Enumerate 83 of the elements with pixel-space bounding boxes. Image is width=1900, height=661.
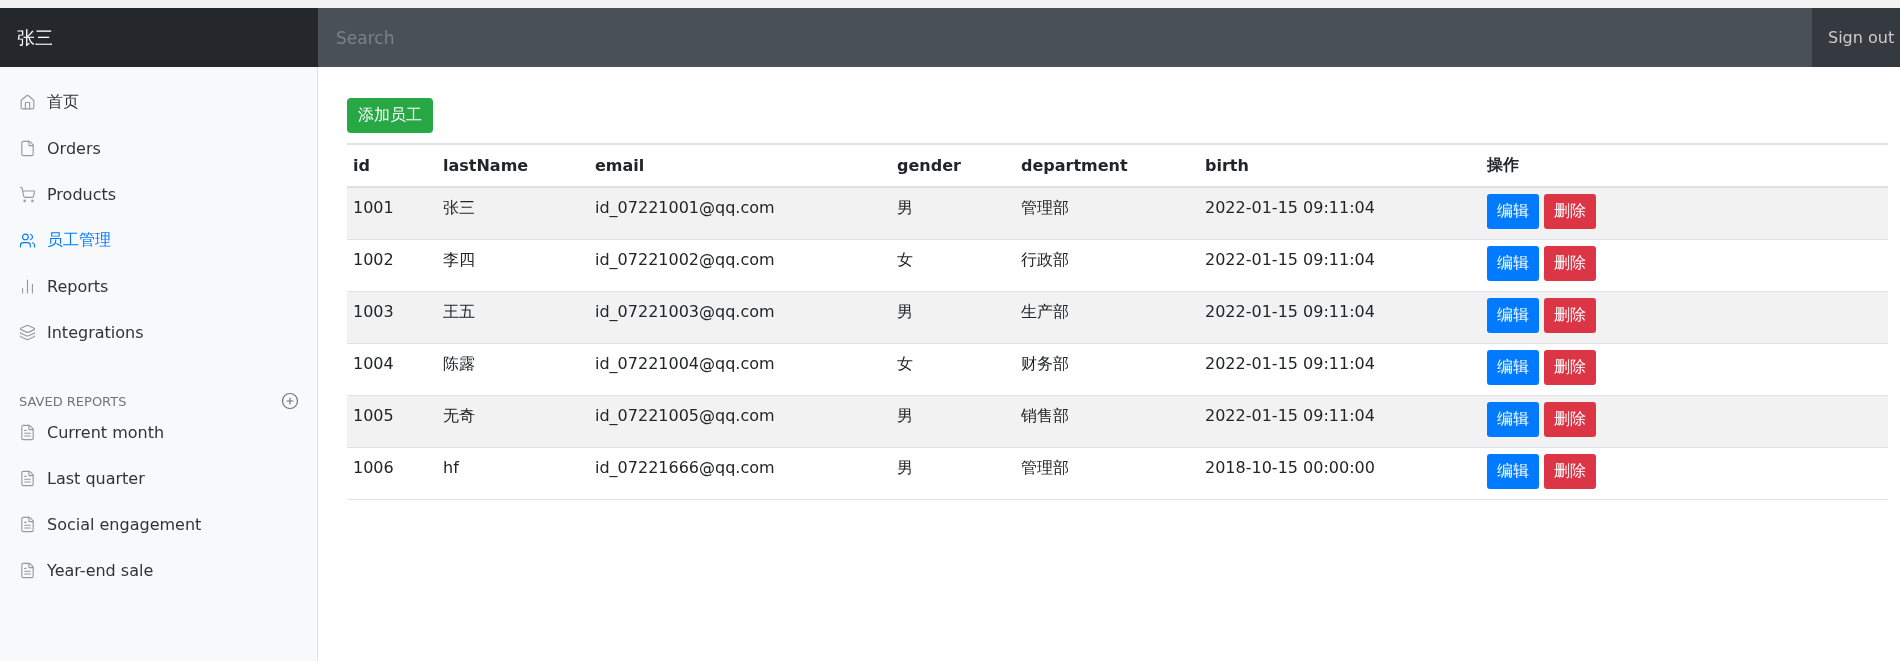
sidebar-item[interactable]: Products [0, 171, 317, 217]
table-cell: 生产部 [1015, 291, 1199, 343]
saved-report-item[interactable]: Current month [0, 409, 317, 455]
table-cell: 2018-10-15 00:00:00 [1199, 447, 1481, 499]
saved-report-item[interactable]: Social engagement [0, 501, 317, 547]
sidebar-item[interactable]: Orders [0, 125, 317, 171]
delete-button[interactable]: 删除 [1544, 194, 1596, 229]
saved-report-label: Last quarter [47, 468, 145, 488]
table-cell: 2022-01-15 09:11:04 [1199, 291, 1481, 343]
table-cell: 管理部 [1015, 447, 1199, 499]
sidebar-label: Products [47, 184, 117, 204]
table-cell: id_07221004@qq.com [589, 343, 891, 395]
layers-icon [19, 323, 36, 341]
table-cell: id_07221002@qq.com [589, 239, 891, 291]
column-header: 操作 [1481, 144, 1888, 187]
table-cell: 行政部 [1015, 239, 1199, 291]
sidebar-item[interactable]: Reports [0, 263, 317, 309]
users-icon [19, 231, 36, 249]
saved-report-label: Social engagement [47, 514, 202, 534]
delete-button[interactable]: 删除 [1544, 297, 1596, 333]
saved-report-label: Year-end sale [47, 560, 154, 580]
edit-button[interactable]: 编辑 [1487, 401, 1539, 437]
edit-button[interactable]: 编辑 [1487, 194, 1539, 229]
table-cell: 2022-01-15 09:11:04 [1199, 343, 1481, 395]
table-cell: 男 [891, 395, 1015, 447]
file-icon [19, 139, 36, 157]
saved-report-item[interactable]: Year-end sale [0, 547, 317, 593]
table-cell: 财务部 [1015, 343, 1199, 395]
sidebar-label: Integrations [47, 322, 144, 342]
delete-button[interactable]: 删除 [1544, 245, 1596, 281]
saved-report-item[interactable]: Last quarter [0, 455, 317, 501]
delete-button[interactable]: 删除 [1544, 453, 1596, 489]
table-cell: 男 [891, 447, 1015, 499]
table-cell: 管理部 [1015, 187, 1199, 239]
sidebar-label: Orders [47, 138, 101, 158]
table-cell: 1005 [347, 395, 437, 447]
sidebar-label: Reports [47, 276, 109, 296]
document-icon [19, 469, 36, 487]
table-cell: id_07221001@qq.com [589, 187, 891, 239]
cart-icon [19, 185, 36, 203]
table-cell: 陈露 [437, 343, 589, 395]
document-icon [19, 423, 36, 441]
table-cell: 2022-01-15 09:11:04 [1199, 395, 1481, 447]
table-cell: 1002 [347, 239, 437, 291]
table-cell: id_07221666@qq.com [589, 447, 891, 499]
table-cell: 1006 [347, 447, 437, 499]
table-cell: hf [437, 447, 589, 499]
table-cell: 1001 [347, 187, 437, 239]
table-cell: 男 [891, 291, 1015, 343]
table-cell: 王五 [437, 291, 589, 343]
sidebar-item[interactable]: 员工管理 [0, 217, 317, 263]
saved-report-label: Current month [47, 422, 165, 442]
sidebar-item[interactable]: 首页 [0, 79, 317, 125]
document-icon [19, 561, 36, 579]
sidebar-label: 员工管理 [47, 229, 111, 251]
delete-button[interactable]: 删除 [1544, 401, 1596, 437]
home-icon [19, 93, 36, 111]
table-cell: 1004 [347, 343, 437, 395]
table-cell: id_07221005@qq.com [589, 395, 891, 447]
sidebar-label: 首页 [47, 91, 79, 113]
table-cell: 2022-01-15 09:11:04 [1199, 239, 1481, 291]
table-cell: 1003 [347, 291, 437, 343]
edit-button[interactable]: 编辑 [1487, 349, 1539, 385]
add-icon[interactable] [281, 392, 299, 410]
edit-button[interactable]: 编辑 [1487, 297, 1539, 333]
document-icon [19, 515, 36, 533]
table-cell: 男 [891, 187, 1015, 239]
add-employee-button[interactable]: 添加员工 [347, 98, 433, 133]
table-cell: 女 [891, 239, 1015, 291]
table-cell: 2022-01-15 09:11:04 [1199, 187, 1481, 239]
table-cell: id_07221003@qq.com [589, 291, 891, 343]
edit-button[interactable]: 编辑 [1487, 245, 1539, 281]
bar-chart-icon [19, 277, 36, 295]
section-heading: SAVED REPORTS [19, 393, 127, 409]
brand-name[interactable]: 张三 [0, 8, 318, 67]
table-cell: 无奇 [437, 395, 589, 447]
table-cell: 李四 [437, 239, 589, 291]
delete-button[interactable]: 删除 [1544, 349, 1596, 385]
table-cell: 销售部 [1015, 395, 1199, 447]
edit-button[interactable]: 编辑 [1487, 453, 1539, 489]
sidebar-item[interactable]: Integrations [0, 309, 317, 355]
table-cell: 张三 [437, 187, 589, 239]
table-cell: 女 [891, 343, 1015, 395]
